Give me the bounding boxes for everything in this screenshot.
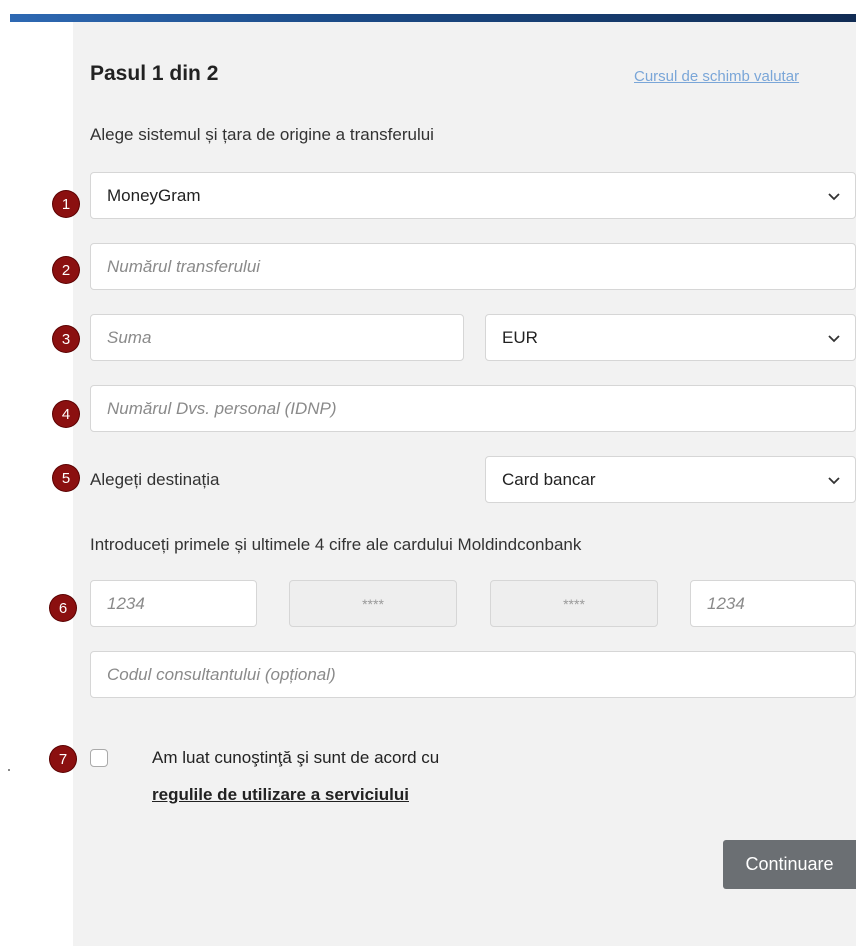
card-last-digits-input[interactable]: 1234 <box>690 580 856 627</box>
card-middle-mask-1: **** <box>289 580 457 627</box>
continue-button[interactable]: Continuare <box>723 840 856 889</box>
currency-value: EUR <box>502 327 538 347</box>
terms-agree-text: Am luat cunoştinţă şi sunt de acord cu <box>152 748 440 767</box>
step-badge-2: 2 <box>53 257 79 283</box>
card-middle-mask-2: **** <box>490 580 658 627</box>
terms-rules-link[interactable]: regulile de utilizare a serviciului <box>152 785 409 805</box>
step-badge-1: 1 <box>53 191 79 217</box>
step-badge-5: 5 <box>53 465 79 491</box>
currency-select[interactable]: EUR <box>485 314 856 361</box>
chevron-down-icon <box>828 192 840 200</box>
idnp-input[interactable]: Numărul Dvs. personal (IDNP) <box>90 385 856 432</box>
card-instructions: Introduceți primele și ultimele 4 cifre … <box>90 535 582 554</box>
top-banner <box>0 0 856 22</box>
step-title: Pasul 1 din 2 <box>90 62 219 85</box>
consultant-code-input[interactable]: Codul consultantului (opțional) <box>90 651 856 698</box>
card-first-digits-input[interactable]: 1234 <box>90 580 257 627</box>
chevron-down-icon <box>828 334 840 342</box>
step-badge-7: 7 <box>50 746 76 772</box>
destination-select[interactable]: Card bancar <box>485 456 856 503</box>
chevron-down-icon <box>828 476 840 484</box>
destination-value: Card bancar <box>502 469 596 489</box>
step-badge-6: 6 <box>50 595 76 621</box>
step-badge-4: 4 <box>53 401 79 427</box>
top-gradient-bar <box>10 14 856 22</box>
transfer-system-select[interactable]: MoneyGram <box>90 172 856 219</box>
transfer-system-value: MoneyGram <box>107 185 201 205</box>
step-badge-3: 3 <box>53 326 79 352</box>
transfer-number-input[interactable]: Numărul transferului <box>90 243 856 290</box>
amount-input[interactable]: Suma <box>90 314 464 361</box>
stray-dot <box>8 769 10 771</box>
exchange-rate-link[interactable]: Cursul de schimb valutar <box>634 68 799 85</box>
destination-label: Alegeți destinația <box>90 470 220 489</box>
form-subtitle: Alege sistemul și țara de origine a tran… <box>90 125 434 144</box>
terms-checkbox[interactable] <box>90 749 108 767</box>
